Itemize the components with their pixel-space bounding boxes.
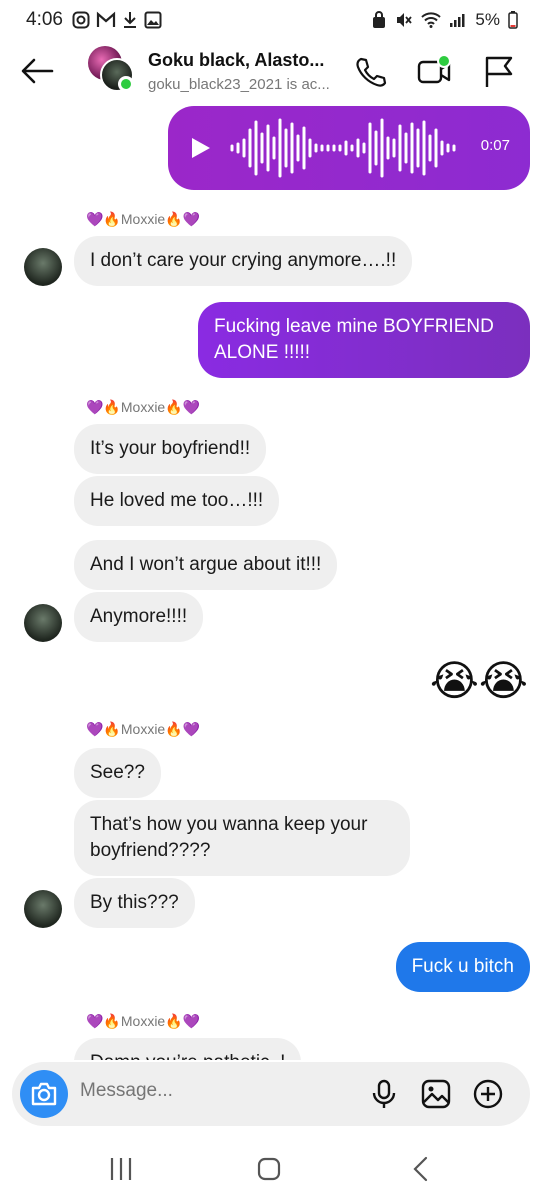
system-nav-bar (0, 1140, 540, 1200)
sender-name: Moxxie (120, 1013, 166, 1029)
back-nav-icon[interactable] (404, 1154, 438, 1184)
status-time: 4:06 (26, 9, 63, 30)
message-bubble[interactable]: And I won’t argue about it!!! (74, 540, 338, 590)
fire-emoji: 🔥💜 (165, 720, 201, 737)
avatar[interactable] (24, 890, 62, 928)
message-line: boyfriend???? (90, 840, 211, 861)
emoji-message[interactable]: 😭😭 (430, 654, 528, 708)
message-bubble[interactable]: Damn you’re pathetic..! (74, 1038, 302, 1060)
flag-icon[interactable] (480, 54, 516, 90)
add-circle-icon[interactable] (472, 1078, 504, 1110)
message-bubble-outgoing[interactable]: Fucking leave mine BOYFRIEND ALONE !!!!! (198, 302, 530, 378)
message-line: Fucking leave mine BOYFRIEND (214, 316, 494, 337)
message-bubble[interactable]: By this??? (74, 878, 195, 928)
wifi-icon (421, 12, 442, 28)
message-bubble[interactable]: It’s your boyfriend!! (74, 424, 267, 474)
avatar[interactable] (24, 604, 62, 642)
message-thread[interactable]: 0:07 💜🔥 Moxxie 🔥💜 I don’t care your crying… (0, 106, 540, 1060)
group-avatar[interactable] (88, 46, 134, 92)
back-arrow-icon[interactable] (18, 54, 56, 88)
message-line: ALONE !!!!! (214, 342, 311, 363)
message-bubble-outgoing[interactable]: Fuck u bitch (395, 942, 530, 992)
notification-icons (72, 9, 162, 31)
gmail-icon (96, 11, 116, 27)
mute-icon (397, 13, 413, 27)
sender-label: 💜🔥 Moxxie 🔥💜 (86, 210, 200, 228)
microphone-icon[interactable] (368, 1078, 400, 1110)
instagram-icon (72, 11, 90, 29)
purple-heart-emoji: 💜🔥 (86, 398, 121, 415)
chat-title[interactable]: Goku black, Alasto... (148, 50, 328, 71)
message-bubble[interactable]: I don’t care your crying anymore….!! (74, 236, 413, 286)
voice-duration: 0:07 (480, 137, 510, 154)
battery-icon (508, 11, 518, 29)
sender-label: 💜🔥 Moxxie 🔥💜 (86, 720, 200, 738)
sender-name: Moxxie (120, 721, 166, 737)
message-composer (12, 1062, 530, 1126)
message-bubble[interactable]: See?? (74, 748, 161, 798)
gallery-icon (144, 11, 162, 29)
message-bubble[interactable]: He loved me too…!!! (74, 476, 280, 526)
status-right: 5% (371, 9, 518, 31)
battery-percent: 5% (475, 10, 500, 29)
fire-emoji: 🔥💜 (165, 1012, 201, 1029)
signal-icon (450, 14, 465, 27)
recent-apps-icon[interactable] (104, 1154, 138, 1184)
purple-heart-emoji: 💜🔥 (86, 210, 121, 227)
status-bar: 4:06 5% (0, 0, 540, 40)
message-bubble[interactable]: That’s how you wanna keep your boyfriend… (74, 800, 410, 876)
purple-heart-emoji: 💜🔥 (86, 1012, 121, 1029)
video-call-icon[interactable] (416, 54, 452, 90)
sender-name: Moxxie (120, 399, 166, 415)
voice-message[interactable]: 0:07 (168, 106, 530, 190)
download-icon (124, 12, 136, 28)
waveform (230, 118, 456, 178)
home-icon[interactable] (252, 1154, 286, 1184)
sender-name: Moxxie (120, 211, 166, 227)
play-icon[interactable] (190, 136, 212, 160)
fire-emoji: 🔥💜 (165, 210, 201, 227)
online-indicator (118, 76, 134, 92)
purple-heart-emoji: 💜🔥 (86, 720, 121, 737)
avatar[interactable] (24, 248, 62, 286)
sender-label: 💜🔥 Moxxie 🔥💜 (86, 398, 200, 416)
camera-icon (31, 1082, 57, 1106)
phone-call-icon[interactable] (352, 54, 388, 90)
message-input[interactable] (80, 1080, 340, 1102)
gallery-icon[interactable] (420, 1078, 452, 1110)
alarm-lock-icon (373, 11, 386, 28)
sender-label: 💜🔥 Moxxie 🔥💜 (86, 1012, 200, 1030)
active-status: goku_black23_2021 is ac... (148, 76, 330, 93)
chat-header: Goku black, Alasto... goku_black23_2021 … (0, 40, 540, 106)
camera-button[interactable] (20, 1070, 68, 1118)
message-bubble[interactable]: Anymore!!!! (74, 592, 204, 642)
fire-emoji: 🔥💜 (165, 398, 201, 415)
message-line: That’s how you wanna keep your (90, 814, 368, 835)
